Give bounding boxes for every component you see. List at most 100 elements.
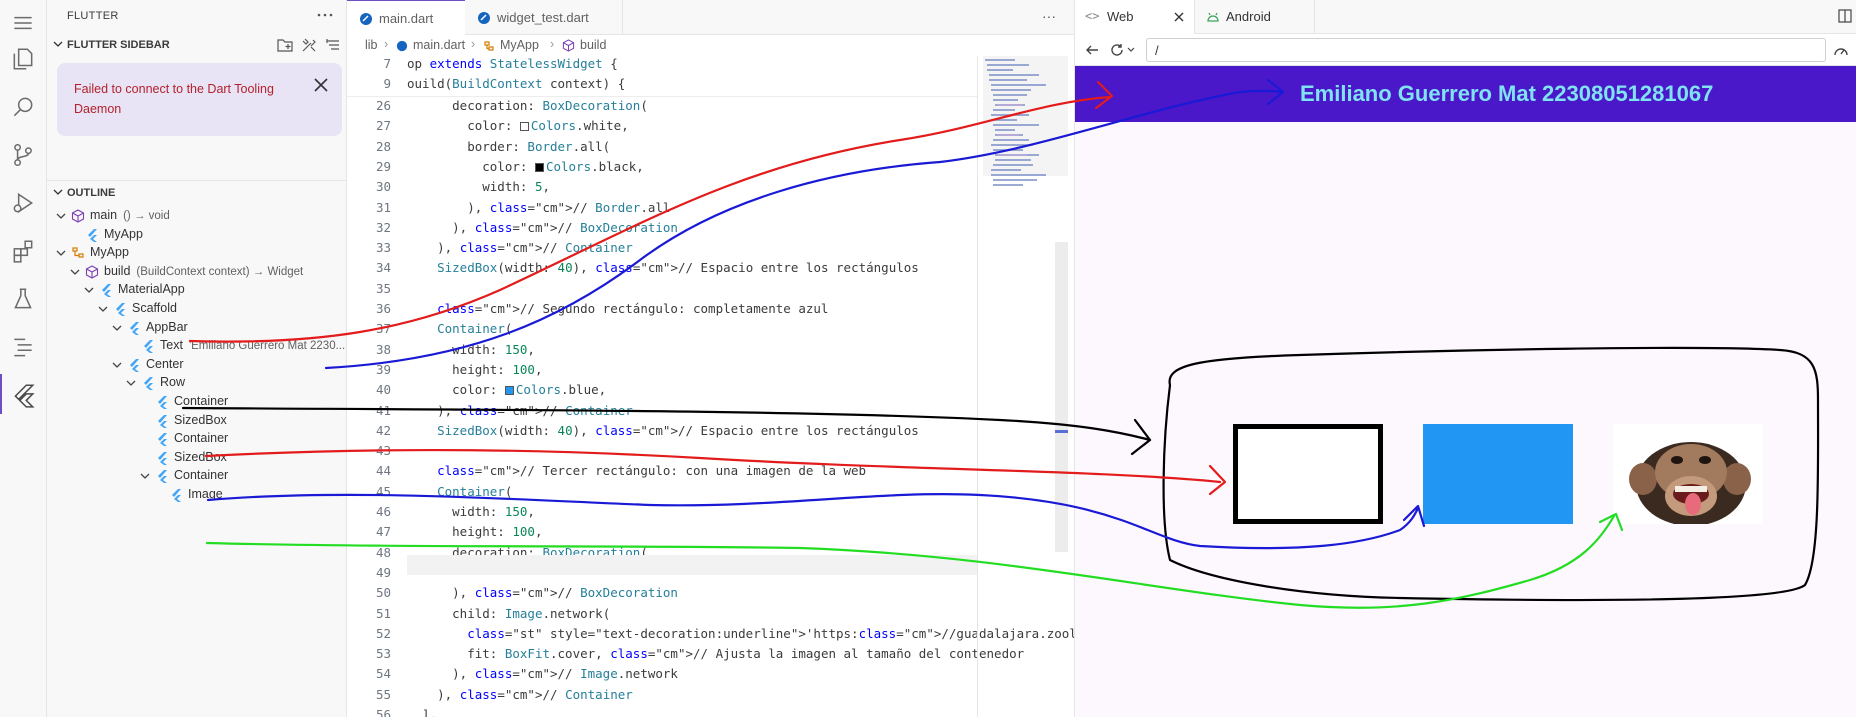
code-line[interactable]: 35 xyxy=(347,281,977,301)
extensions-icon[interactable] xyxy=(10,238,36,264)
back-arrow-icon[interactable] xyxy=(1085,43,1099,57)
code-line[interactable]: 31 ), class="cm">// Border.all xyxy=(347,200,977,220)
code-line[interactable]: 34 SizedBox(width: 40), class="cm">// Es… xyxy=(347,260,977,280)
code-line[interactable]: 41 ), class="cm">// Container xyxy=(347,403,977,423)
chimpanzee-image xyxy=(1613,424,1763,524)
tab-web[interactable]: <> Web xyxy=(1075,0,1195,34)
code-line[interactable]: 29 color: Colors.black, xyxy=(347,159,977,179)
dart-file-icon xyxy=(360,13,372,25)
code-line[interactable]: 32 ), class="cm">// BoxDecoration xyxy=(347,220,977,240)
line-source: border: Border.all( xyxy=(407,138,611,154)
split-editor-icon[interactable] xyxy=(1838,9,1852,23)
code-line[interactable]: 27 color: Colors.white, xyxy=(347,118,977,138)
menu-icon[interactable] xyxy=(10,10,36,36)
speedometer-icon[interactable] xyxy=(1833,43,1849,57)
tools-icon[interactable] xyxy=(301,37,317,53)
outline-section[interactable]: OUTLINE xyxy=(47,181,347,205)
chevron-down-icon[interactable] xyxy=(111,359,123,371)
white-bordered-rectangle xyxy=(1233,424,1383,524)
testing-icon[interactable] xyxy=(10,286,36,312)
close-icon[interactable] xyxy=(1173,11,1185,23)
code-line[interactable]: 26 decoration: BoxDecoration( xyxy=(347,98,977,118)
code-line[interactable]: 40 color: Colors.blue, xyxy=(347,382,977,402)
code-line[interactable]: 50 ), class="cm">// BoxDecoration xyxy=(347,585,977,605)
reload-icon[interactable] xyxy=(1110,43,1124,57)
code-line[interactable]: 7 op extends StatelessWidget { xyxy=(347,56,977,76)
url-input[interactable]: / xyxy=(1146,38,1826,62)
flutter-sidebar-section[interactable]: FLUTTER SIDEBAR xyxy=(47,33,347,57)
code-line[interactable]: 52 class="st" style="text-decoration:und… xyxy=(347,626,1370,646)
code-line[interactable]: 36 class="cm">// Segundo rectángulo: com… xyxy=(347,301,977,321)
code-line[interactable]: 44 class="cm">// Tercer rectángulo: con … xyxy=(347,463,977,483)
tab-android[interactable]: Android xyxy=(1195,0,1315,34)
tab-widget-test[interactable]: widget_test.dart xyxy=(465,0,623,35)
breadcrumb-lib[interactable]: lib xyxy=(365,38,378,52)
item-name: MaterialApp xyxy=(118,282,185,297)
chevron-down-icon[interactable] xyxy=(139,470,151,482)
chevron-down-icon[interactable] xyxy=(97,303,109,315)
search-icon[interactable] xyxy=(10,94,36,120)
close-icon[interactable] xyxy=(312,76,330,94)
code-line[interactable]: 51 child: Image.network( xyxy=(347,606,977,626)
minimap[interactable] xyxy=(983,56,1068,717)
line-source: width: 150, xyxy=(407,341,535,357)
code-line[interactable]: 55 ), class="cm">// Container xyxy=(347,687,977,707)
line-number: 28 xyxy=(375,138,391,154)
code-line[interactable]: 39 height: 100, xyxy=(347,362,977,382)
code-line[interactable]: 47 height: 100, xyxy=(347,524,977,544)
flutter-icon[interactable] xyxy=(10,382,36,408)
code-line[interactable]: 56 ], xyxy=(347,707,977,717)
list-filter-icon[interactable] xyxy=(325,37,341,53)
explorer-icon[interactable] xyxy=(10,46,36,72)
item-name: Container xyxy=(174,431,229,446)
new-folder-icon[interactable] xyxy=(277,37,293,53)
chevron-down-icon[interactable] xyxy=(125,377,137,389)
source-control-icon[interactable] xyxy=(10,142,36,168)
chimpanzee-picture xyxy=(1613,424,1763,524)
chevron-down-icon[interactable] xyxy=(1127,46,1135,54)
line-source: ), class="cm">// Border.all xyxy=(407,199,671,215)
code-line[interactable]: 38 width: 150, xyxy=(347,342,977,362)
code-editor: main.dart widget_test.dart ··· lib › mai… xyxy=(347,0,1370,717)
code-line[interactable]: 9 ouild(BuildContext context) { xyxy=(347,76,977,96)
line-source: ], xyxy=(407,707,438,717)
code-line[interactable]: 45 Container( xyxy=(347,484,977,504)
code-line[interactable]: 37 Container( xyxy=(347,321,977,341)
outline-view-icon[interactable] xyxy=(10,334,36,360)
chevron-down-icon[interactable] xyxy=(55,247,67,259)
chevron-down-icon[interactable] xyxy=(55,210,67,222)
sidebar-title: FLUTTER xyxy=(67,10,119,22)
code-line[interactable]: 53 fit: BoxFit.cover, class="cm">// Ajus… xyxy=(347,646,1024,666)
outline-item-label: Center xyxy=(146,357,190,371)
more-actions-icon[interactable] xyxy=(317,12,333,18)
class-icon xyxy=(484,41,494,51)
code-line[interactable]: 28 border: Border.all( xyxy=(347,139,977,159)
code-line[interactable]: 42 SizedBox(width: 40), class="cm">// Es… xyxy=(347,423,977,443)
breadcrumb-file[interactable]: main.dart xyxy=(413,38,465,52)
flutter-widget-icon xyxy=(144,340,153,354)
line-source: fit: BoxFit.cover, class="cm">// Ajusta … xyxy=(407,646,1025,662)
android-icon xyxy=(1207,12,1219,22)
chevron-down-icon[interactable] xyxy=(83,284,95,296)
line-source: color: Colors.black, xyxy=(407,158,644,174)
run-debug-icon[interactable] xyxy=(10,190,36,216)
outline-item-label: Scaffold xyxy=(132,301,183,315)
code-line[interactable]: 43 xyxy=(347,443,977,463)
tab-main-dart[interactable]: main.dart xyxy=(347,0,465,35)
code-line[interactable]: 54 ), class="cm">// Image.network xyxy=(347,666,977,686)
code-line[interactable]: 46 width: 150, xyxy=(347,504,977,524)
item-signature: () → void xyxy=(123,210,170,222)
outline-item[interactable]: Image xyxy=(47,484,347,506)
preview-tabbar: <> Web Android xyxy=(1075,0,1856,34)
code-line[interactable]: 33 ), class="cm">// Container xyxy=(347,240,977,260)
breadcrumb-method[interactable]: build xyxy=(580,38,606,52)
chevron-down-icon[interactable] xyxy=(69,266,81,278)
line-number: 45 xyxy=(375,483,391,499)
sidebar-header: FLUTTER xyxy=(47,0,347,30)
breadcrumb-class[interactable]: MyApp xyxy=(500,38,539,52)
line-number: 40 xyxy=(375,382,391,398)
more-actions-icon[interactable]: ··· xyxy=(1042,8,1056,24)
code-line[interactable]: 30 width: 5, xyxy=(347,179,977,199)
chevron-down-icon[interactable] xyxy=(111,322,123,334)
outline-item-label: build (BuildContext context) → Widget xyxy=(104,264,303,278)
